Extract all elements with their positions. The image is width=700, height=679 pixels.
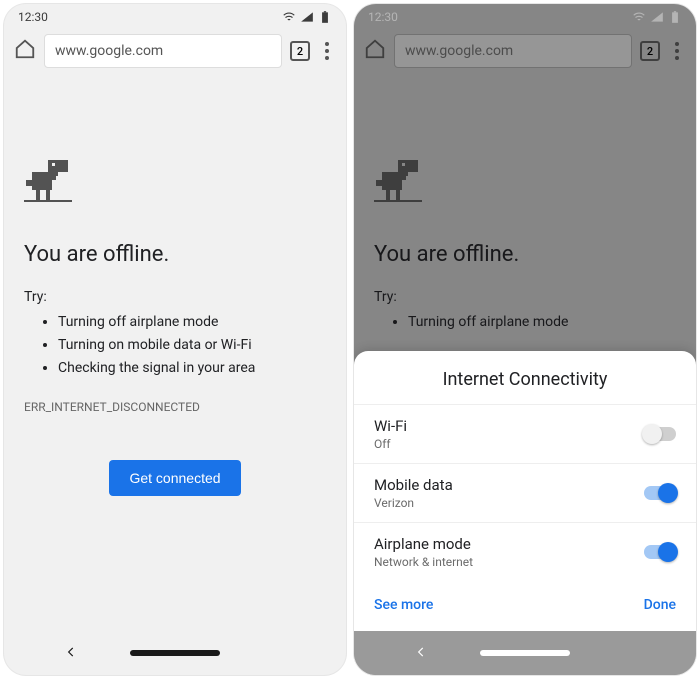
tips-list: Turning off airplane mode Turning on mob… — [58, 311, 326, 380]
overflow-menu-icon[interactable] — [668, 42, 686, 60]
clock: 12:30 — [18, 10, 48, 24]
row-primary: Wi-Fi — [374, 417, 407, 435]
airplane-mode-toggle[interactable] — [644, 545, 676, 559]
tip-item: Turning off airplane mode — [408, 311, 676, 334]
signal-icon — [650, 10, 664, 24]
android-navbar — [354, 631, 696, 675]
wifi-icon — [632, 10, 646, 24]
url-text: www.google.com — [55, 43, 163, 59]
mobile-data-toggle[interactable] — [644, 486, 676, 500]
dino-icon[interactable] — [24, 156, 326, 208]
offline-heading: You are offline. — [374, 242, 676, 267]
status-bar: 12:30 — [354, 4, 696, 30]
wifi-icon — [282, 10, 296, 24]
sheet-title: Internet Connectivity — [354, 351, 696, 404]
offline-page: You are offline. Try: Turning off airpla… — [4, 76, 346, 496]
dino-icon — [374, 156, 676, 208]
tab-switcher[interactable]: 2 — [640, 41, 660, 61]
battery-icon — [318, 10, 332, 24]
error-code: ERR_INTERNET_DISCONNECTED — [24, 400, 326, 414]
offline-heading: You are offline. — [24, 242, 326, 267]
tip-item: Turning on mobile data or Wi-Fi — [58, 334, 326, 357]
see-more-link[interactable]: See more — [374, 597, 433, 613]
url-bar[interactable]: www.google.com — [44, 34, 282, 68]
clock: 12:30 — [368, 10, 398, 24]
sheet-row-wifi[interactable]: Wi-Fi Off — [354, 404, 696, 463]
phone-screen-left: 12:30 www.google.com 2 You are offline. … — [4, 4, 346, 675]
browser-toolbar: www.google.com 2 — [4, 30, 346, 76]
home-icon[interactable] — [14, 38, 36, 64]
row-secondary: Verizon — [374, 496, 453, 510]
url-bar[interactable]: www.google.com — [394, 34, 632, 68]
connectivity-sheet: Internet Connectivity Wi-Fi Off Mobile d… — [354, 351, 696, 631]
android-navbar — [4, 631, 346, 675]
tip-item: Checking the signal in your area — [58, 357, 326, 380]
tip-item: Turning off airplane mode — [58, 311, 326, 334]
row-primary: Airplane mode — [374, 535, 473, 553]
wifi-toggle[interactable] — [644, 427, 676, 441]
home-pill[interactable] — [130, 650, 220, 656]
sheet-row-airplane-mode[interactable]: Airplane mode Network & internet — [354, 522, 696, 581]
status-bar: 12:30 — [4, 4, 346, 30]
tab-switcher[interactable]: 2 — [290, 41, 310, 61]
url-text: www.google.com — [405, 43, 513, 59]
phone-screen-right: 12:30 www.google.com 2 You are offline. … — [354, 4, 696, 675]
done-button[interactable]: Done — [644, 597, 676, 613]
row-secondary: Off — [374, 437, 407, 451]
tab-count: 2 — [297, 45, 303, 58]
row-primary: Mobile data — [374, 476, 453, 494]
browser-toolbar: www.google.com 2 — [354, 30, 696, 76]
back-button[interactable] — [64, 644, 78, 663]
sheet-actions: See more Done — [354, 581, 696, 631]
tab-count: 2 — [647, 45, 653, 58]
status-icons — [632, 10, 682, 24]
try-label: Try: — [24, 289, 326, 305]
status-icons — [282, 10, 332, 24]
offline-page: You are offline. Try: Turning off airpla… — [354, 76, 696, 334]
battery-icon — [668, 10, 682, 24]
try-label: Try: — [374, 289, 676, 305]
home-pill[interactable] — [480, 650, 570, 656]
get-connected-button[interactable]: Get connected — [109, 460, 240, 496]
sheet-row-mobile-data[interactable]: Mobile data Verizon — [354, 463, 696, 522]
home-icon[interactable] — [364, 38, 386, 64]
signal-icon — [300, 10, 314, 24]
back-button[interactable] — [414, 644, 428, 663]
tips-list: Turning off airplane mode — [408, 311, 676, 334]
row-secondary: Network & internet — [374, 555, 473, 569]
overflow-menu-icon[interactable] — [318, 42, 336, 60]
